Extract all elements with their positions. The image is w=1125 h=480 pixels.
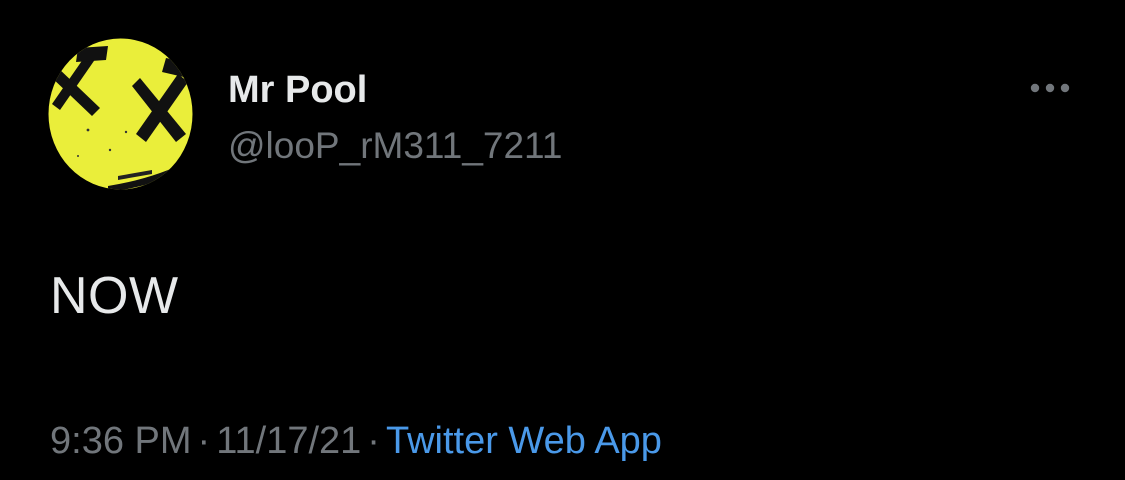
tweet-source-link[interactable]: Twitter Web App xyxy=(386,420,662,462)
meta-separator: · xyxy=(367,420,380,462)
author-display-name[interactable]: Mr Pool xyxy=(228,68,367,112)
author-avatar[interactable] xyxy=(48,38,193,190)
yellow-smiley-avatar-icon xyxy=(48,38,193,190)
author-handle[interactable]: @looP_rM311_7211 xyxy=(228,124,562,168)
tweet-detail: Mr Pool @looP_rM311_7211 NOW 9:36 PM · 11/… xyxy=(0,0,1125,480)
tweet-text: NOW xyxy=(50,267,179,325)
meta-separator: · xyxy=(197,420,211,462)
tweet-time[interactable]: 9:36 PM xyxy=(50,420,192,462)
tweet-metadata: 9:36 PM · 11/17/21 · Twitter Web App xyxy=(50,418,662,464)
tweet-date[interactable]: 11/17/21 xyxy=(216,420,361,462)
ellipsis-horizontal-icon xyxy=(1030,83,1070,93)
more-options-button[interactable] xyxy=(1022,70,1078,106)
